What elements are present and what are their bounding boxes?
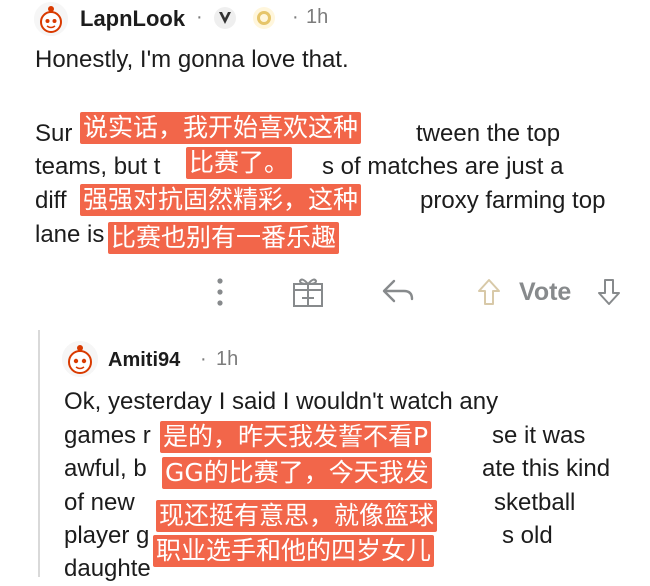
comment1-line3-start: teams, but t <box>35 153 161 180</box>
subtitle-overlay-1: 说实话，我开始喜欢这种 <box>80 112 362 144</box>
comment2-line2-end: se it was <box>492 422 586 449</box>
comment2-line3-end: ate this kind <box>482 455 611 482</box>
avatar-lapnlook[interactable] <box>34 2 68 36</box>
trophy-flair-icon <box>253 7 275 29</box>
snoo-avatar-icon <box>34 2 68 36</box>
subtitle-overlay-6: GG的比赛了，今天我发 <box>162 457 432 489</box>
comment1-username[interactable]: LapnLook <box>80 6 185 32</box>
snoo-avatar-icon <box>62 341 98 377</box>
comment2-username[interactable]: Amiti94 <box>108 349 180 372</box>
vote-label: Vote <box>519 278 572 306</box>
subtitle-overlay-5: 是的，昨天我发誓不看P <box>160 421 432 453</box>
downvote-icon[interactable] <box>596 277 622 307</box>
comment1-time-separator: · <box>292 6 299 28</box>
comment1-line3-end: s of matches are just a <box>322 153 564 180</box>
comment1-line2-start: Sur <box>35 120 73 147</box>
comment1-timestamp: 1h <box>306 6 329 28</box>
avatar-amiti94[interactable] <box>62 341 98 377</box>
reply-icon[interactable] <box>380 277 416 307</box>
award-gift-icon[interactable] <box>290 275 326 309</box>
subtitle-overlay-4: 比赛也别有一番乐趣 <box>108 222 340 254</box>
team-flair-icon <box>214 7 236 29</box>
subtitle-overlay-8: 职业选手和他的四岁女儿 <box>153 535 435 567</box>
comment1-line4-end: proxy farming top <box>420 187 606 214</box>
comment2-line6-start: daughte <box>64 555 151 582</box>
subtitle-overlay-7: 现还挺有意思，就像篮球 <box>156 500 438 532</box>
comment1-line2-end: tween the top <box>416 120 561 147</box>
comment1-line5-start: lane is <box>35 221 105 248</box>
comment2-line5-start: player g <box>64 522 150 549</box>
comment2-line2-start: games r <box>64 422 151 449</box>
comment2-line1: Ok, yesterday I said I wouldn't watch an… <box>64 388 499 415</box>
comment2-line4-end: sketball <box>494 489 576 516</box>
comment2-timestamp: 1h <box>216 348 239 370</box>
comment2-separator: · <box>200 348 207 370</box>
comment2-line5-end: s old <box>502 522 553 549</box>
reply-thread-line[interactable] <box>38 330 40 577</box>
subtitle-overlay-2: 比赛了。 <box>186 147 293 179</box>
comment1-line4-start: diff <box>35 187 67 214</box>
comment1-separator: · <box>196 6 203 28</box>
more-options-icon[interactable] <box>210 276 230 308</box>
comment2-line3-start: awful, b <box>64 455 147 482</box>
subtitle-overlay-3: 强强对抗固然精彩，这种 <box>80 184 362 216</box>
comment1-line1: Honestly, I'm gonna love that. <box>35 46 349 73</box>
upvote-icon[interactable] <box>476 277 502 307</box>
comment2-line4-start: of new <box>64 489 135 516</box>
